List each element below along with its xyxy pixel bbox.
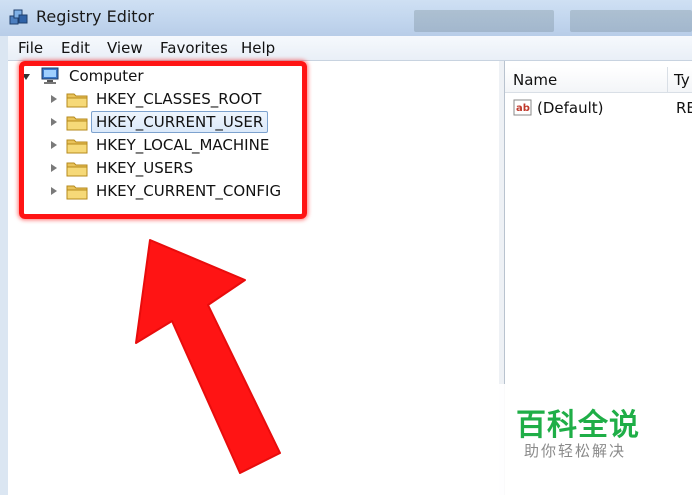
title-bar: Registry Editor [0, 0, 692, 36]
value-name: (Default) [537, 99, 604, 117]
column-header-name[interactable]: Name [505, 67, 668, 93]
background-window-glass [414, 10, 554, 32]
value-row-default[interactable]: ab (Default) RE [511, 97, 692, 119]
red-arrow-annotation [135, 239, 281, 474]
svg-text:ab: ab [516, 103, 530, 114]
menu-edit[interactable]: Edit [61, 39, 90, 57]
menu-view[interactable]: View [107, 39, 143, 57]
value-type: RE [676, 99, 692, 117]
watermark-subtitle: 助你轻松解决 [524, 442, 627, 460]
watermark-title: 百科全说 [516, 408, 640, 443]
menu-favorites[interactable]: Favorites [160, 39, 228, 57]
column-header-type[interactable]: Ty [668, 67, 692, 93]
window-title: Registry Editor [36, 7, 154, 26]
watermark: 百科全说 助你轻松解决 [490, 384, 692, 495]
string-value-icon: ab [513, 99, 532, 116]
highlight-box [19, 61, 307, 219]
menu-file[interactable]: File [18, 39, 43, 57]
menu-help[interactable]: Help [241, 39, 275, 57]
menu-bar: File Edit View Favorites Help [8, 36, 692, 61]
background-window-glass [570, 10, 692, 32]
registry-editor-icon [9, 9, 28, 25]
